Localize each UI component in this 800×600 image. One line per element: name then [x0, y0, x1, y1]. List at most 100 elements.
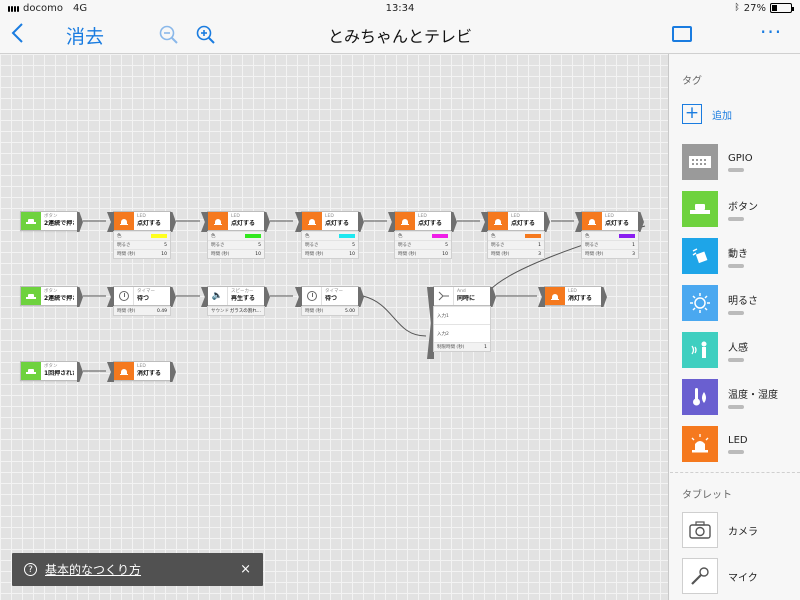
led-properties[interactable]: 色 明るさ 5 時間 (秒) 10 — [301, 231, 359, 259]
button-icon — [21, 287, 41, 305]
button-icon — [21, 212, 41, 230]
prop-label: サウンド — [211, 309, 229, 314]
led-properties[interactable]: 色 明るさ 5 時間 (秒) 10 — [207, 231, 265, 259]
prop-value[interactable]: 1 — [632, 243, 635, 248]
and-properties[interactable]: 入力1 入力2 制限時間 (秒) 1 — [433, 306, 491, 352]
section-divider — [670, 472, 800, 473]
view-mode-button[interactable] — [672, 26, 692, 42]
zoom-in-button[interactable] — [195, 24, 217, 46]
color-swatch[interactable] — [432, 234, 448, 238]
tag-item-human-sensor[interactable]: 人感 — [682, 332, 797, 368]
prop-value[interactable]: 5 — [445, 243, 448, 248]
more-menu-button[interactable]: ··· — [760, 20, 782, 44]
add-tag-button[interactable]: + 追加 — [682, 104, 732, 124]
tablet-item-camera[interactable]: カメラ — [682, 512, 797, 548]
merge-icon — [434, 287, 454, 305]
button-block[interactable]: ボタン 2連続で押さ... — [20, 286, 83, 307]
block-action: 点灯する — [137, 220, 162, 227]
prop-value[interactable]: 10 — [255, 252, 261, 257]
prop-value[interactable]: 10 — [349, 252, 355, 257]
color-swatch[interactable] — [339, 234, 355, 238]
tag-name: 人感 — [728, 342, 748, 354]
prop-label: 明るさ — [585, 243, 599, 248]
speaker-block[interactable]: 🔈 スピーカー 再生する — [201, 286, 270, 307]
button-block[interactable]: ボタン 2連続で押さ... — [20, 211, 83, 232]
mic-icon — [682, 558, 718, 594]
prop-label: 時間 (秒) — [491, 252, 510, 257]
page-title: とみちゃんとテレビ — [327, 27, 472, 46]
tag-item-temperature[interactable]: 温度・湿度 — [682, 379, 797, 415]
zoom-out-button[interactable] — [158, 24, 180, 46]
prop-value[interactable]: ガラスの割れ... — [230, 308, 261, 314]
block-action: 1回押されたら — [44, 370, 74, 377]
led-block[interactable]: LED 点灯する — [295, 211, 364, 232]
led-properties[interactable]: 色 明るさ 5 時間 (秒) 10 — [113, 231, 171, 259]
tag-item-button[interactable]: ボタン — [682, 191, 797, 227]
help-icon: ? — [24, 563, 37, 576]
prop-label: 色 — [491, 234, 496, 239]
prop-value[interactable]: 5.00 — [345, 309, 355, 314]
and-block[interactable]: And 同時に — [427, 286, 496, 359]
prop-value[interactable]: 5 — [164, 243, 167, 248]
led-block[interactable]: LED 点灯する — [575, 211, 644, 232]
bluetooth-icon: ᛒ — [734, 3, 740, 13]
prop-value[interactable]: 1 — [484, 345, 487, 350]
timer-block[interactable]: タイマー 待つ — [295, 286, 364, 307]
back-button[interactable] — [10, 22, 32, 48]
prop-value[interactable]: 0.49 — [157, 309, 167, 314]
block-action: 2連続で押さ... — [44, 220, 74, 227]
color-swatch[interactable] — [245, 234, 261, 238]
camera-icon — [682, 512, 718, 548]
prop-label: 色 — [398, 234, 403, 239]
prop-value[interactable]: 5 — [258, 243, 261, 248]
led-block[interactable]: LED 点灯する — [481, 211, 550, 232]
tablet-item-mic[interactable]: マイク — [682, 558, 797, 594]
prop-label: 時間 (秒) — [585, 252, 604, 257]
timer-properties[interactable]: 時間 (秒) 5.00 — [301, 306, 359, 316]
help-link[interactable]: 基本的なつくり方 — [45, 561, 141, 578]
timer-properties[interactable]: 時間 (秒) 0.49 — [113, 306, 171, 316]
recipe-canvas[interactable]: ボタン 2連続で押さ... LED 点灯する 色 明るさ 5 時間 (秒) 10 L… — [0, 54, 669, 600]
button-icon — [682, 191, 718, 227]
led-properties[interactable]: 色 明るさ 1 時間 (秒) 3 — [581, 231, 639, 259]
tag-item-gpio[interactable]: GPIO — [682, 144, 797, 180]
status-bar: docomo 4G 13:34 ᛒ 27% — [0, 0, 800, 16]
led-icon — [395, 212, 415, 230]
prop-label: 色 — [211, 234, 216, 239]
color-swatch[interactable] — [151, 234, 167, 238]
block-action: 待つ — [137, 295, 150, 302]
close-icon[interactable]: × — [240, 562, 251, 577]
prop-value[interactable]: 3 — [632, 252, 635, 257]
undo-button[interactable]: 消去 — [66, 22, 104, 49]
tag-item-led[interactable]: LED — [682, 426, 797, 462]
color-swatch[interactable] — [525, 234, 541, 238]
led-properties[interactable]: 色 明るさ 1 時間 (秒) 3 — [487, 231, 545, 259]
prop-value[interactable]: 3 — [538, 252, 541, 257]
tag-item-motion[interactable]: 動き — [682, 238, 797, 274]
tag-name: 温度・湿度 — [728, 389, 778, 401]
led-block[interactable]: LED 消灯する — [107, 361, 176, 382]
zoom-in-icon — [196, 25, 215, 44]
tags-heading: タグ — [682, 76, 702, 87]
prop-label: 明るさ — [491, 243, 505, 248]
input-label: 入力2 — [437, 331, 449, 337]
led-icon — [488, 212, 508, 230]
network-label: 4G — [72, 2, 88, 14]
prop-value[interactable]: 10 — [442, 252, 448, 257]
led-block[interactable]: LED 点灯する — [201, 211, 270, 232]
button-icon — [21, 362, 41, 380]
prop-value[interactable]: 1 — [538, 243, 541, 248]
prop-value[interactable]: 10 — [161, 252, 167, 257]
led-block[interactable]: LED 消灯する — [538, 286, 607, 307]
button-block[interactable]: ボタン 1回押されたら — [20, 361, 83, 382]
prop-label: 時間 (秒) — [305, 309, 324, 314]
timer-block[interactable]: タイマー 待つ — [107, 286, 176, 307]
led-block[interactable]: LED 点灯する — [107, 211, 176, 232]
led-properties[interactable]: 色 明るさ 5 時間 (秒) 10 — [394, 231, 452, 259]
prop-value[interactable]: 5 — [352, 243, 355, 248]
tag-item-light[interactable]: 明るさ — [682, 285, 797, 321]
led-block[interactable]: LED 点灯する — [388, 211, 457, 232]
prop-label: 色 — [305, 234, 310, 239]
color-swatch[interactable] — [619, 234, 635, 238]
speaker-properties[interactable]: サウンド ガラスの割れ... — [207, 306, 265, 316]
